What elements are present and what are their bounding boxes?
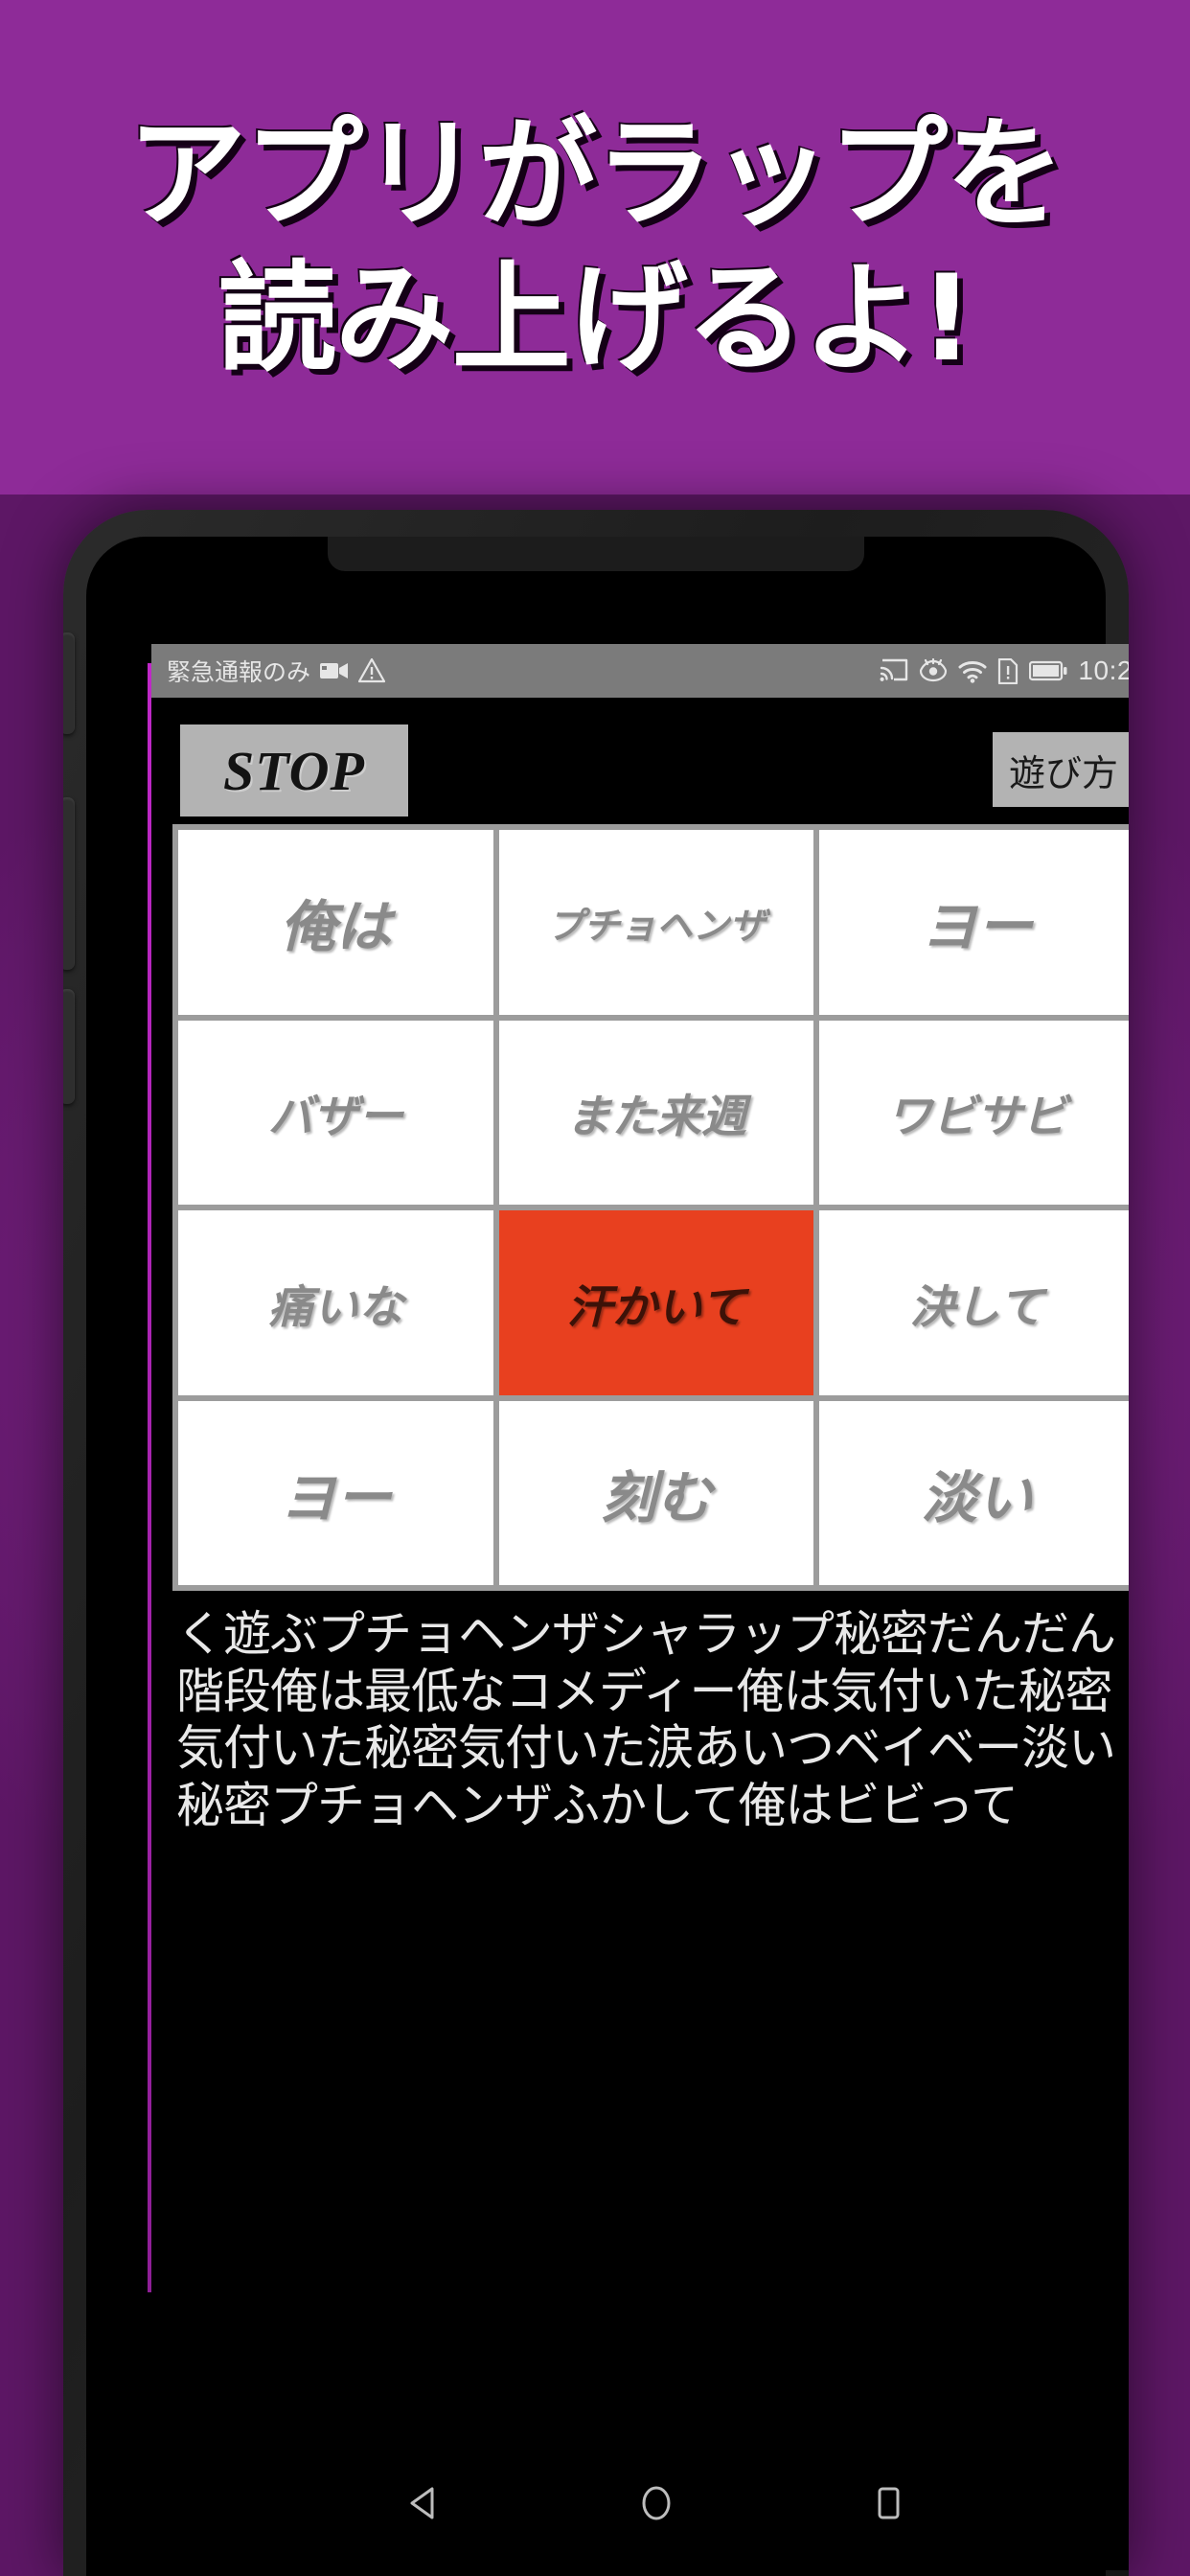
phone-side-button-bottom[interactable] xyxy=(63,989,75,1104)
word-cell[interactable]: ヨー xyxy=(819,830,1129,1015)
video-camera-icon xyxy=(320,663,349,678)
word-cell-label: 刻む xyxy=(600,1464,712,1530)
word-grid: 俺は プチョヘンザ ヨー バザー また来週 ワビサビ 痛いな 汗かいて 決して ヨー 刻む 淡い xyxy=(172,824,1129,1591)
cast-icon xyxy=(880,658,908,681)
battery-full-icon xyxy=(1029,660,1067,681)
word-cell[interactable]: ワビサビ xyxy=(819,1020,1129,1205)
phone-screen: 緊急通報のみ 10:2 STOP 遊び方 俺は プチョヘンザ ヨー バザー また… xyxy=(151,644,1129,2570)
phone-volume-button[interactable] xyxy=(63,797,75,970)
word-cell-label: また来週 xyxy=(565,1091,746,1144)
word-cell-label: 痛いな xyxy=(267,1280,403,1334)
word-cell-label: ワビサビ xyxy=(886,1091,1067,1144)
word-cell-label: バザー xyxy=(267,1091,403,1144)
warning-triangle-icon xyxy=(358,658,386,683)
word-cell[interactable]: ヨー xyxy=(178,1400,493,1585)
word-cell[interactable]: 決して xyxy=(819,1210,1129,1395)
home-circle-icon[interactable] xyxy=(634,2481,678,2525)
word-cell[interactable]: 汗かいて xyxy=(498,1210,814,1395)
word-cell-label: 汗かいて xyxy=(566,1280,746,1334)
stop-button-label: STOP xyxy=(223,739,365,802)
word-cell-label: 俺は xyxy=(280,894,392,960)
lyrics-text: く遊ぶプチョヘンザシャラップ秘密だんだん階段俺は最低なコメディー俺は気付いた秘密… xyxy=(176,1606,1116,1833)
word-cell-label: ヨー xyxy=(921,894,1033,960)
word-cell-label: 淡い xyxy=(921,1464,1033,1530)
wifi-icon xyxy=(958,660,987,683)
eye-comfort-icon xyxy=(920,658,948,682)
promo-banner-line-1: アプリがラップを xyxy=(126,104,1064,243)
word-cell[interactable]: また来週 xyxy=(498,1020,814,1205)
status-bar-right: 10:27 xyxy=(880,656,1129,686)
back-triangle-icon[interactable] xyxy=(402,2481,446,2525)
word-cell-label: 決して xyxy=(909,1280,1044,1334)
phone-side-button-top[interactable] xyxy=(63,632,75,734)
word-cell[interactable]: 俺は xyxy=(178,830,493,1015)
status-bar-left: 緊急通報のみ xyxy=(167,654,386,688)
sim-alert-icon xyxy=(998,657,1018,684)
android-nav-bar xyxy=(151,2436,1129,2570)
how-to-play-button[interactable]: 遊び方 xyxy=(993,732,1129,807)
word-cell[interactable]: 刻む xyxy=(498,1400,814,1585)
phone-notch xyxy=(328,537,864,571)
promo-banner: アプリがラップを 読み上げるよ! xyxy=(0,0,1190,494)
word-cell[interactable]: バザー xyxy=(178,1020,493,1205)
phone-mockup: 緊急通報のみ 10:2 STOP 遊び方 俺は プチョヘンザ ヨー バザー また… xyxy=(63,510,1129,2576)
status-bar-carrier-label: 緊急通報のみ xyxy=(167,659,311,686)
app-content: STOP 遊び方 俺は プチョヘンザ ヨー バザー また来週 ワビサビ 痛いな 汗かいて 決して… xyxy=(151,698,1129,2570)
recents-square-icon[interactable] xyxy=(866,2481,910,2525)
word-cell[interactable]: 淡い xyxy=(819,1400,1129,1585)
word-cell-label: ヨー xyxy=(280,1464,392,1530)
word-cell[interactable]: プチョヘンザ xyxy=(498,830,814,1015)
status-bar: 緊急通報のみ 10:2 xyxy=(151,644,1129,698)
word-cell-label: プチョヘンザ xyxy=(546,904,766,947)
promo-banner-line-2: 読み上げるよ! xyxy=(217,250,974,388)
stop-button[interactable]: STOP xyxy=(180,724,408,816)
how-to-play-button-label: 遊び方 xyxy=(1008,751,1118,794)
word-cell[interactable]: 痛いな xyxy=(178,1210,493,1395)
app-toolbar: STOP 遊び方 xyxy=(151,698,1129,820)
status-bar-clock: 10:27 xyxy=(1078,656,1129,685)
